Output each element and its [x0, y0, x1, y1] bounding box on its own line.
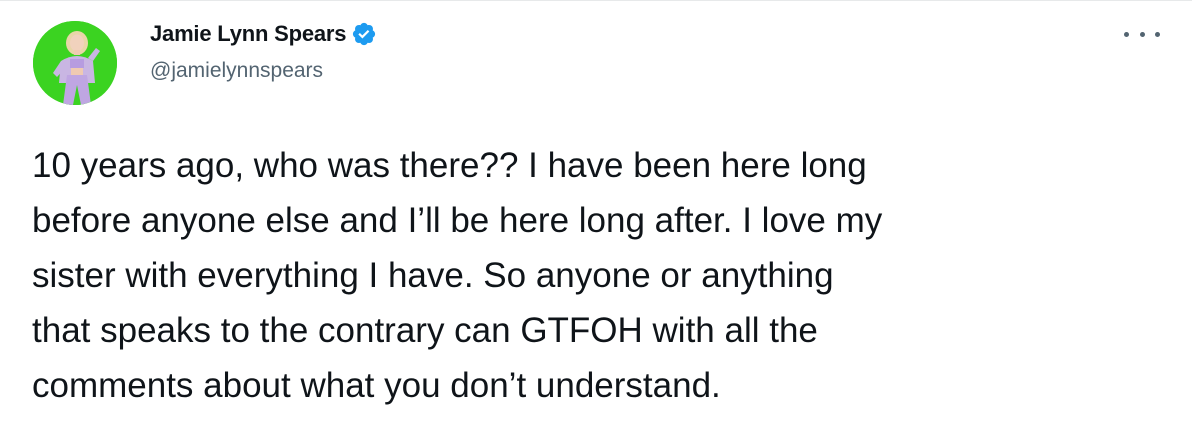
more-dot [1155, 31, 1160, 37]
more-dot [1124, 31, 1129, 37]
tweet-text-line: before anyone else and I’ll be here long… [32, 201, 883, 240]
verified-badge-icon [351, 21, 377, 47]
tweet-text-line: that speaks to the contrary can GTFOH wi… [32, 311, 818, 350]
profile-photo-icon [33, 21, 117, 105]
author-display-name[interactable]: Jamie Lynn Spears [150, 21, 347, 47]
more-options-icon[interactable] [1124, 22, 1160, 46]
author-handle[interactable]: @jamielynnspears [150, 59, 323, 83]
author-name-row: Jamie Lynn Spears [150, 19, 377, 49]
tweet-text: 10 years ago, who was there?? I have bee… [32, 138, 1172, 413]
tweet-text-line: comments about what you don’t understand… [32, 366, 721, 405]
tweet-card: Jamie Lynn Spears @jamielynnspears 10 ye… [0, 0, 1192, 430]
avatar[interactable] [33, 21, 117, 105]
more-dot [1139, 31, 1145, 37]
tweet-text-line: 10 years ago, who was there?? I have bee… [32, 146, 867, 185]
tweet-text-line: sister with everything I have. So anyone… [32, 256, 834, 295]
